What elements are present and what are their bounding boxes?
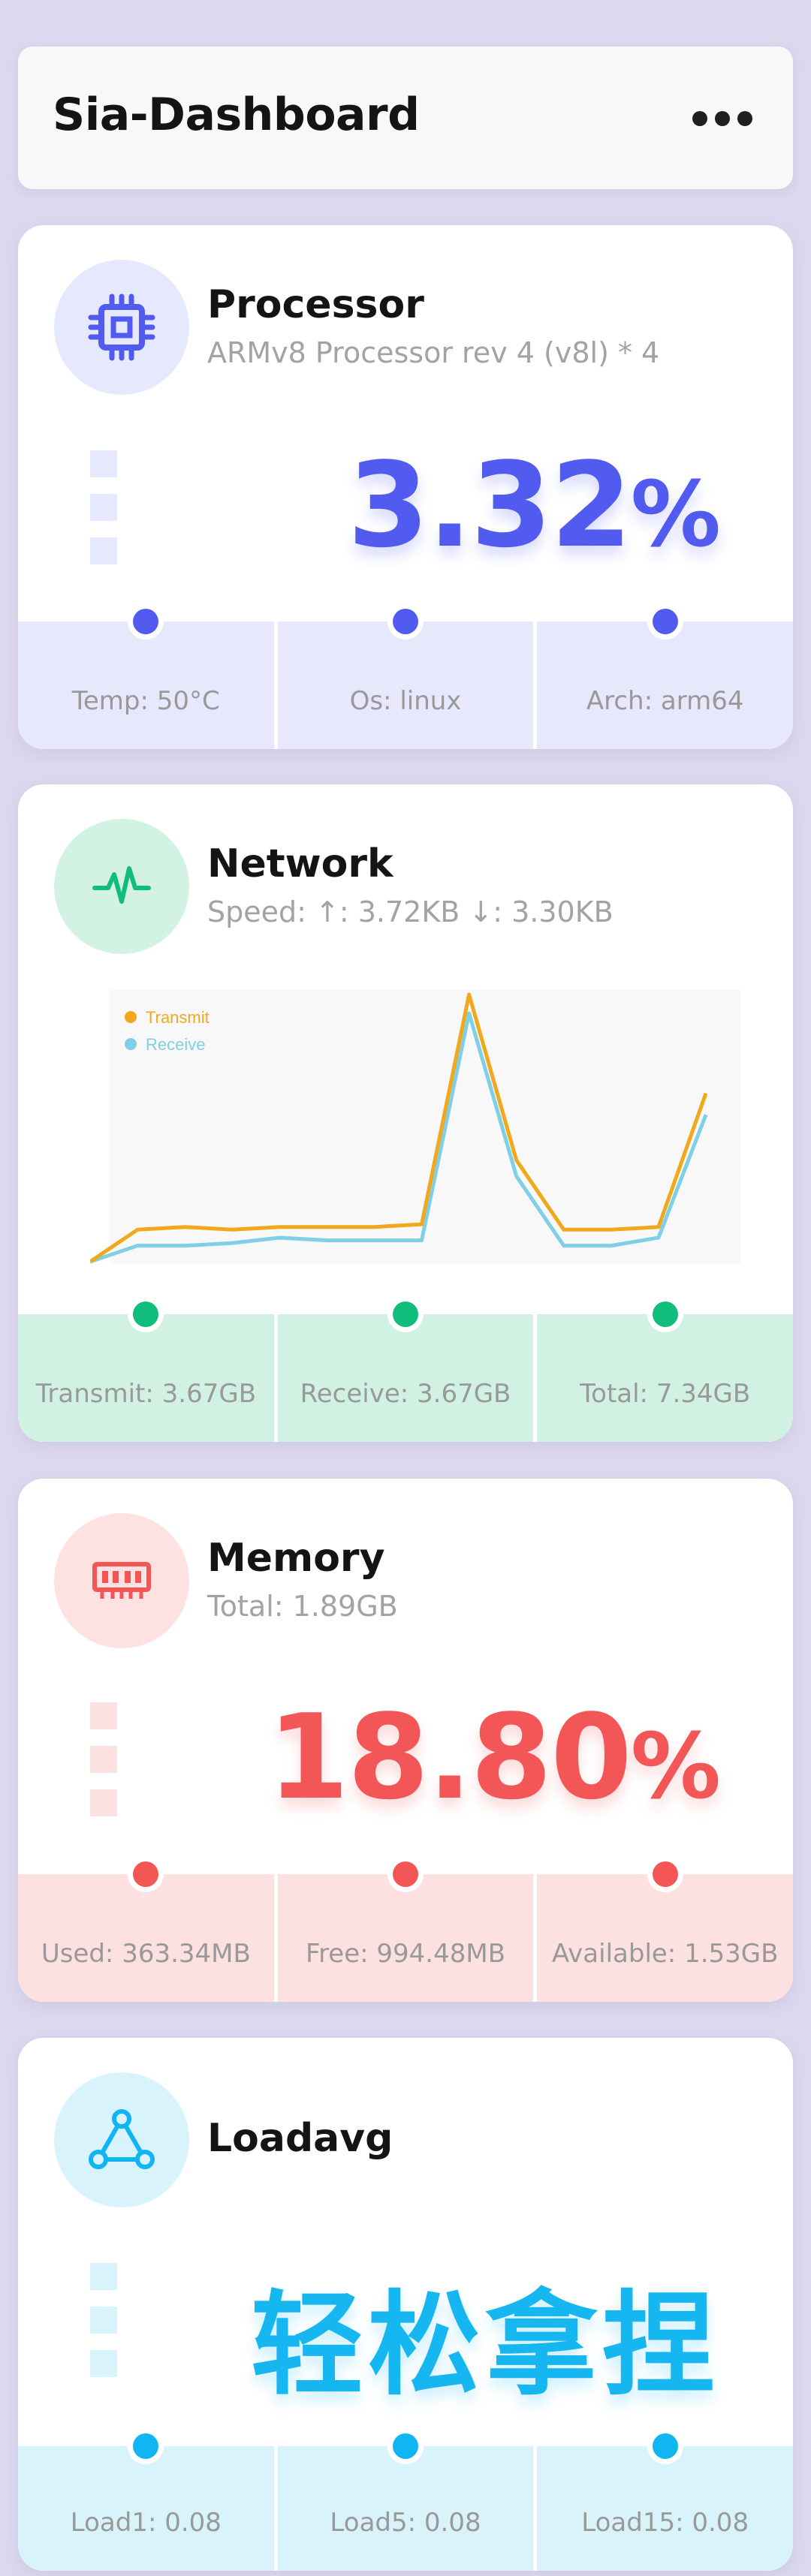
processor-usage-unit: % (630, 463, 721, 567)
cpu-icon (54, 260, 189, 395)
stat-used: Used: 363.34MB (18, 1856, 278, 2002)
stat-os-label: Os: linux (349, 686, 462, 716)
stat-temp: Temp: 50°C (18, 603, 278, 749)
stat-dot (387, 2428, 424, 2464)
stat-load1-label: Load1: 0.08 (70, 2508, 222, 2538)
more-horizontal-icon[interactable] (692, 110, 752, 128)
app-header: Sia-Dashboard (18, 47, 793, 189)
stat-load5: Load5: 0.08 (278, 2428, 538, 2571)
stat-free: Free: 994.48MB (278, 1856, 538, 2002)
app-title: Sia-Dashboard (53, 89, 420, 141)
stat-dot (387, 1296, 424, 1332)
stat-dot (387, 1856, 424, 1892)
network-subtitle: Speed: ↑: 3.72KB ↓: 3.30KB (207, 895, 614, 928)
legend-marker-receive (125, 1038, 137, 1050)
memory-title: Memory (207, 1536, 385, 1581)
stat-dot (128, 1856, 164, 1892)
loadavg-slogan: 轻松拿捏 (250, 2280, 719, 2411)
network-card[interactable]: Network Speed: ↑: 3.72KB ↓: 3.30KB Trans… (18, 784, 793, 1442)
memory-stats: Used: 363.34MB Free: 994.48MB Available:… (18, 1856, 793, 2002)
stat-free-label: Free: 994.48MB (305, 1939, 506, 1969)
level-indicator (90, 450, 117, 581)
network-title: Network (207, 841, 393, 886)
stat-dot (647, 2428, 683, 2464)
processor-stats: Temp: 50°C Os: linux Arch: arm64 (18, 603, 793, 749)
stat-load15: Load15: 0.08 (537, 2428, 793, 2571)
stat-receive-label: Receive: 3.67GB (300, 1379, 511, 1409)
stat-transmit: Transmit: 3.67GB (18, 1296, 278, 1442)
stat-dot (647, 603, 683, 639)
stat-load1: Load1: 0.08 (18, 2428, 278, 2571)
stat-dot (128, 2428, 164, 2464)
stat-available: Available: 1.53GB (537, 1856, 793, 2002)
stat-receive: Receive: 3.67GB (278, 1296, 538, 1442)
stat-transmit-label: Transmit: 3.67GB (35, 1379, 257, 1409)
network-traffic-chart: Transmit Receive (90, 990, 740, 1264)
stat-os: Os: linux (278, 603, 538, 749)
stat-used-label: Used: 363.34MB (41, 1939, 251, 1969)
processor-usage-value: 3.32 (347, 437, 632, 573)
triangle-nodes-icon (54, 2072, 189, 2207)
legend-marker-transmit (125, 1011, 137, 1023)
memory-subtitle: Total: 1.89GB (207, 1590, 398, 1623)
stat-temp-label: Temp: 50°C (71, 686, 220, 716)
processor-subtitle: ARMv8 Processor rev 4 (v8l) * 4 (207, 336, 660, 369)
stat-arch-label: Arch: arm64 (586, 686, 744, 716)
loadavg-title: Loadavg (207, 2116, 393, 2161)
stat-available-label: Available: 1.53GB (551, 1939, 779, 1969)
processor-usage: 3.32% (348, 437, 721, 573)
processor-card[interactable]: Processor ARMv8 Processor rev 4 (v8l) * … (18, 225, 793, 749)
activity-pulse-icon (54, 819, 189, 954)
stat-dot (647, 1296, 683, 1332)
stat-dot (387, 603, 424, 639)
loadavg-stats: Load1: 0.08 Load5: 0.08 Load15: 0.08 (18, 2428, 793, 2571)
stat-load5-label: Load5: 0.08 (330, 2508, 481, 2538)
memory-usage-unit: % (630, 1715, 721, 1819)
memory-card[interactable]: Memory Total: 1.89GB 18.80% Used: 363.34… (18, 1479, 793, 2002)
stat-dot (647, 1856, 683, 1892)
stat-dot (128, 603, 164, 639)
ram-icon (54, 1513, 189, 1648)
loadavg-card[interactable]: Loadavg 轻松拿捏 Load1: 0.08 Load5: 0.08 Loa… (18, 2038, 793, 2571)
stat-dot (128, 1296, 164, 1332)
stat-total-label: Total: 7.34GB (580, 1379, 751, 1409)
legend-label-receive: Receive (146, 1035, 205, 1054)
stat-load15-label: Load15: 0.08 (581, 2508, 749, 2538)
level-indicator (90, 1702, 117, 1833)
level-indicator (90, 2263, 117, 2394)
network-stats: Transmit: 3.67GB Receive: 3.67GB Total: … (18, 1296, 793, 1442)
stat-total: Total: 7.34GB (537, 1296, 793, 1442)
memory-usage-value: 18.80 (267, 1689, 632, 1825)
memory-usage: 18.80% (267, 1689, 721, 1825)
processor-title: Processor (207, 282, 424, 327)
legend-label-transmit: Transmit (146, 1008, 210, 1027)
stat-arch: Arch: arm64 (537, 603, 793, 749)
